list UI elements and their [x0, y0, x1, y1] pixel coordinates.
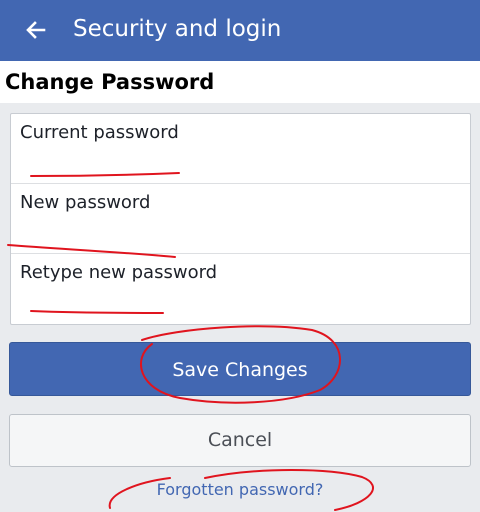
current-password-label: Current password [20, 122, 179, 143]
retype-password-input[interactable] [20, 290, 464, 320]
forgotten-password-link[interactable]: Forgotten password? [0, 479, 480, 501]
new-password-label: New password [20, 192, 151, 213]
page-title: Change Password [5, 70, 215, 94]
app-bar-title: Security and login [73, 16, 282, 42]
current-password-field[interactable]: Current password [11, 114, 470, 184]
retype-password-field[interactable]: Retype new password [11, 253, 470, 324]
change-password-form: Current password New password Retype new… [10, 113, 471, 325]
retype-password-label: Retype new password [20, 262, 218, 283]
current-password-input[interactable] [20, 150, 464, 180]
cancel-button[interactable]: Cancel [9, 414, 471, 467]
section-header: Change Password [0, 61, 480, 103]
new-password-input[interactable] [20, 220, 464, 250]
save-changes-button[interactable]: Save Changes [9, 342, 471, 396]
new-password-field[interactable]: New password [11, 183, 470, 254]
back-arrow-icon[interactable] [24, 16, 48, 44]
app-bar: Security and login [0, 0, 480, 61]
